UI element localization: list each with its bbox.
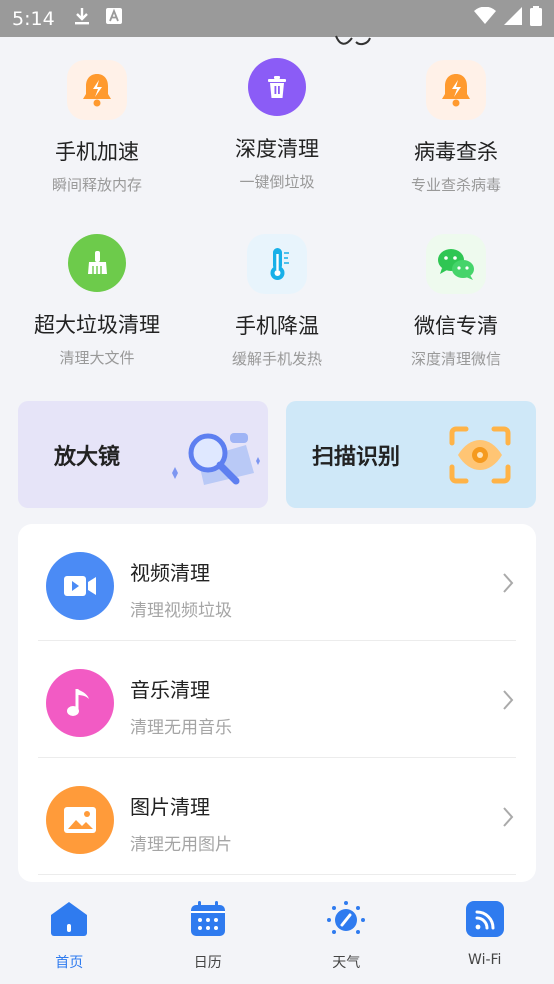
list-item-title: 音乐清理 [130, 678, 210, 702]
scan-label: 扫描识别 [312, 444, 401, 470]
feature-title: 手机加速 [55, 140, 139, 164]
feature-subtitle: 专业查杀病毒 [410, 176, 501, 194]
wifi-signal-icon [474, 6, 496, 30]
bottom-nav: 首页 日历 天气 Wi-Fi [0, 884, 554, 984]
status-time: 5:14 [12, 7, 55, 30]
feature-subtitle: 深度清理微信 [410, 350, 501, 368]
feature-phone-boost[interactable]: 手机加速 瞬间释放内存 [5, 60, 189, 195]
feature-virus-scan[interactable]: 病毒查杀 专业查杀病毒 [364, 60, 548, 195]
nav-weather[interactable]: 天气 [277, 884, 416, 984]
feature-title: 微信专清 [414, 314, 498, 338]
feature-title: 深度清理 [235, 137, 319, 161]
cell-signal-icon [504, 7, 522, 30]
nav-calendar[interactable]: 日历 [139, 884, 278, 984]
list-item-subtitle: 清理视频垃圾 [130, 601, 232, 621]
feature-wechat-clean[interactable]: 微信专清 深度清理微信 [364, 234, 548, 369]
feature-title: 手机降温 [235, 314, 319, 338]
music-note-icon [46, 669, 114, 737]
magnifier-label: 放大镜 [54, 444, 121, 470]
nav-label: 日历 [193, 955, 222, 971]
feature-subtitle: 缓解手机发热 [231, 350, 322, 368]
feature-deep-clean[interactable]: 深度清理 一键倒垃圾 [185, 58, 369, 192]
scan-eye-icon [449, 426, 511, 484]
feature-title: 超大垃圾清理 [34, 313, 160, 337]
feature-title: 病毒查杀 [414, 140, 498, 164]
bell-bolt-icon [426, 60, 486, 120]
weather-sun-icon [327, 901, 366, 934]
chevron-right-icon [503, 807, 514, 827]
nav-label: 首页 [55, 955, 84, 971]
chevron-right-icon [503, 690, 514, 710]
download-icon [73, 6, 91, 31]
divider [38, 874, 516, 875]
wifi-icon [465, 901, 504, 937]
home-icon [51, 902, 88, 936]
nav-home[interactable]: 首页 [0, 884, 139, 984]
chevron-right-icon [503, 573, 514, 593]
list-item-music-clean[interactable]: 音乐清理 清理无用音乐 [18, 641, 536, 758]
wechat-icon [426, 234, 486, 294]
list-item-subtitle: 清理无用图片 [130, 835, 232, 855]
list-item-title: 视频清理 [130, 561, 210, 585]
list-item-title: 图片清理 [130, 795, 210, 819]
bell-bolt-icon [67, 60, 127, 120]
feature-large-junk[interactable]: 超大垃圾清理 清理大文件 [5, 234, 189, 368]
nav-label: 天气 [332, 955, 361, 971]
nav-label: Wi-Fi [468, 952, 502, 968]
feature-subtitle: 瞬间释放内存 [51, 176, 142, 194]
calendar-icon [190, 901, 225, 936]
image-icon [46, 786, 114, 854]
list-item-video-clean[interactable]: 视频清理 清理视频垃圾 [18, 524, 536, 641]
clean-list-panel: 视频清理 清理视频垃圾 音乐清理 清理无用音乐 图片清理 清理无用图片 [18, 524, 536, 882]
feature-subtitle: 一键倒垃圾 [239, 173, 315, 191]
list-item-image-clean[interactable]: 图片清理 清理无用图片 [18, 758, 536, 875]
header-doodle [335, 35, 371, 46]
video-icon [46, 552, 114, 620]
text-a-icon [105, 7, 123, 30]
nav-wifi[interactable]: Wi-Fi [416, 884, 554, 984]
scan-card[interactable]: 扫描识别 [286, 401, 536, 508]
feature-cool-down[interactable]: 手机降温 缓解手机发热 [185, 234, 369, 369]
trash-icon [248, 58, 306, 116]
broom-icon [68, 234, 126, 292]
battery-icon [530, 6, 542, 31]
list-item-subtitle: 清理无用音乐 [130, 718, 232, 738]
thermometer-icon [247, 234, 307, 294]
magnifier-illustration-icon [172, 433, 260, 485]
magnifier-card[interactable]: 放大镜 [18, 401, 268, 508]
status-bar: 5:14 [0, 0, 554, 37]
feature-subtitle: 清理大文件 [59, 349, 135, 367]
